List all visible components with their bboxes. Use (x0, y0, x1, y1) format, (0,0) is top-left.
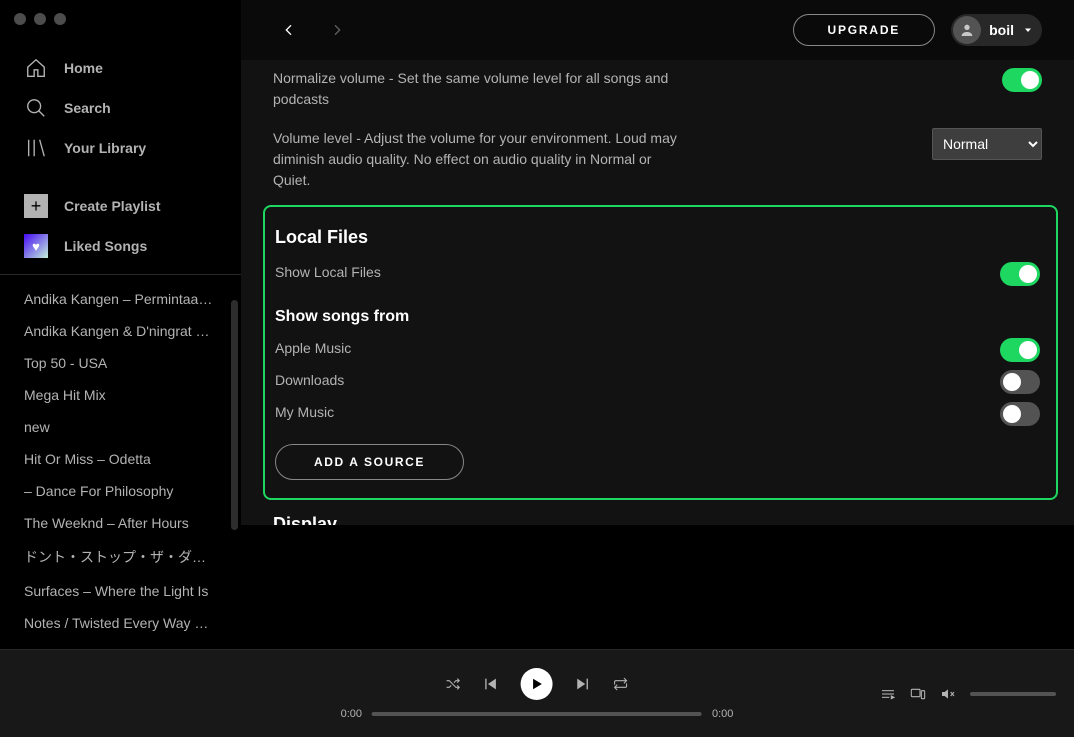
toggle-normalize[interactable] (1002, 68, 1042, 92)
library-icon (24, 136, 48, 160)
playlist-item[interactable]: Top 50 - USA (0, 347, 241, 379)
toggle-source-mymusic[interactable] (1000, 402, 1040, 426)
setting-label: Normalize volume - Set the same volume l… (273, 68, 683, 110)
heart-icon: ♥ (24, 234, 48, 258)
setting-show-local: Show Local Files (275, 258, 1040, 290)
playlist-item[interactable]: – Dance For Philosophy (0, 475, 241, 507)
main-panel: UPGRADE boil Normalize volume - Set the … (241, 0, 1074, 525)
nav-forward-button[interactable] (321, 14, 353, 46)
nav-home[interactable]: Home (0, 48, 241, 88)
sub-title-show-songs: Show songs from (275, 308, 1040, 326)
playlist-item[interactable]: Surfaces – Where the Light Is (0, 575, 241, 607)
time-total: 0:00 (712, 708, 733, 720)
volume-slider[interactable] (970, 692, 1056, 696)
topbar: UPGRADE boil (241, 0, 1074, 60)
window-dot-min[interactable] (34, 13, 46, 25)
upgrade-button[interactable]: UPGRADE (793, 14, 936, 46)
playlist-item[interactable]: Notes / Twisted Every Way … (0, 607, 241, 639)
avatar-icon (953, 16, 981, 44)
window-traffic-lights (14, 13, 66, 25)
playlist-item[interactable]: new (0, 411, 241, 443)
nav-label: Home (64, 60, 103, 76)
settings-content: Normalize volume - Set the same volume l… (241, 60, 1074, 525)
nav-back-button[interactable] (273, 14, 305, 46)
playlist-list: Andika Kangen – Permintaa… Andika Kangen… (0, 274, 241, 649)
search-icon (24, 96, 48, 120)
window-dot-close[interactable] (14, 13, 26, 25)
setting-normalize: Normalize volume - Set the same volume l… (273, 64, 1042, 114)
sidebar: Home Search Your Library + Create Playli… (0, 0, 241, 649)
nav-library[interactable]: Your Library (0, 128, 241, 168)
add-source-button[interactable]: ADD A SOURCE (275, 444, 464, 480)
create-playlist[interactable]: + Create Playlist (0, 186, 241, 226)
liked-label: Liked Songs (64, 238, 147, 254)
playlist-item[interactable]: Mega Hit Mix (0, 379, 241, 411)
devices-button[interactable] (910, 686, 926, 702)
liked-songs[interactable]: ♥ Liked Songs (0, 226, 241, 266)
empty-area (241, 525, 1074, 649)
time-elapsed: 0:00 (341, 708, 362, 720)
setting-label: Volume level - Adjust the volume for you… (273, 128, 683, 191)
setting-volume-level: Volume level - Adjust the volume for you… (273, 124, 1042, 195)
source-row: My Music (275, 398, 1040, 430)
playlist-item[interactable]: Andika Kangen & D'ningrat … (0, 315, 241, 347)
home-icon (24, 56, 48, 80)
nav-label: Your Library (64, 140, 146, 156)
user-name: boil (989, 22, 1014, 38)
volume-level-select[interactable]: Normal (932, 128, 1042, 160)
window-dot-max[interactable] (54, 13, 66, 25)
create-label: Create Playlist (64, 198, 161, 214)
chevron-down-icon (1022, 24, 1034, 36)
queue-button[interactable] (880, 686, 896, 702)
setting-label: Show Local Files (275, 262, 381, 283)
plus-icon: + (24, 194, 48, 218)
playlist-item[interactable]: ドント・ストップ・ザ・ダン… (0, 539, 241, 575)
playlist-item[interactable]: The Weeknd – After Hours (0, 507, 241, 539)
mute-button[interactable] (940, 686, 956, 702)
source-row: Apple Music (275, 334, 1040, 366)
play-button[interactable] (521, 668, 553, 700)
next-button[interactable] (575, 676, 591, 692)
nav-search[interactable]: Search (0, 88, 241, 128)
local-files-section: Local Files Show Local Files Show songs … (263, 205, 1058, 500)
section-title-local-files: Local Files (275, 227, 1040, 248)
player-bar: 0:00 0:00 (0, 649, 1074, 737)
progress-bar[interactable] (372, 712, 702, 716)
shuffle-button[interactable] (445, 676, 461, 692)
progress-row: 0:00 0:00 (341, 708, 734, 720)
toggle-source-downloads[interactable] (1000, 370, 1040, 394)
section-title-display: Display (273, 514, 1042, 525)
source-row: Downloads (275, 366, 1040, 398)
source-label: Downloads (275, 370, 344, 391)
repeat-button[interactable] (613, 676, 629, 692)
sidebar-scrollbar[interactable] (231, 300, 238, 530)
source-label: Apple Music (275, 338, 351, 359)
toggle-show-local[interactable] (1000, 262, 1040, 286)
playlist-item[interactable]: Hit Or Miss – Odetta (0, 443, 241, 475)
nav-label: Search (64, 100, 111, 116)
previous-button[interactable] (483, 676, 499, 692)
user-menu[interactable]: boil (951, 14, 1042, 46)
source-label: My Music (275, 402, 334, 423)
toggle-source-apple[interactable] (1000, 338, 1040, 362)
playlist-item[interactable]: Andika Kangen – Permintaa… (0, 283, 241, 315)
